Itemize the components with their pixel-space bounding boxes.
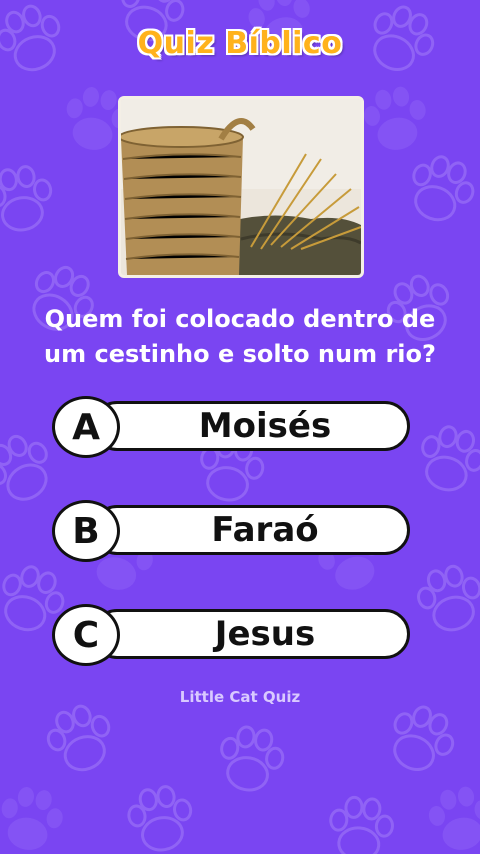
app-title: Quiz Bíblico	[137, 26, 343, 61]
option-b-button[interactable]: B Faraó	[52, 500, 412, 564]
option-a-label: Moisés	[198, 406, 332, 446]
option-c-letter: C	[52, 604, 120, 666]
option-c-button[interactable]: C Jesus	[52, 604, 412, 668]
option-b-label: Faraó	[211, 510, 319, 550]
option-a-letter: A	[52, 396, 120, 458]
basket-photo	[118, 96, 364, 278]
option-b-letter: B	[52, 500, 120, 562]
option-c-label: Jesus	[214, 614, 316, 654]
option-a-button[interactable]: A Moisés	[52, 396, 412, 460]
question-line-2: um cestinho e solto num rio?	[44, 340, 436, 368]
footer-brand: Little Cat Quiz	[179, 688, 301, 706]
question-text: Quem foi colocado dentro de um cestinho …	[20, 302, 460, 372]
question-line-1: Quem foi colocado dentro de	[44, 305, 436, 333]
